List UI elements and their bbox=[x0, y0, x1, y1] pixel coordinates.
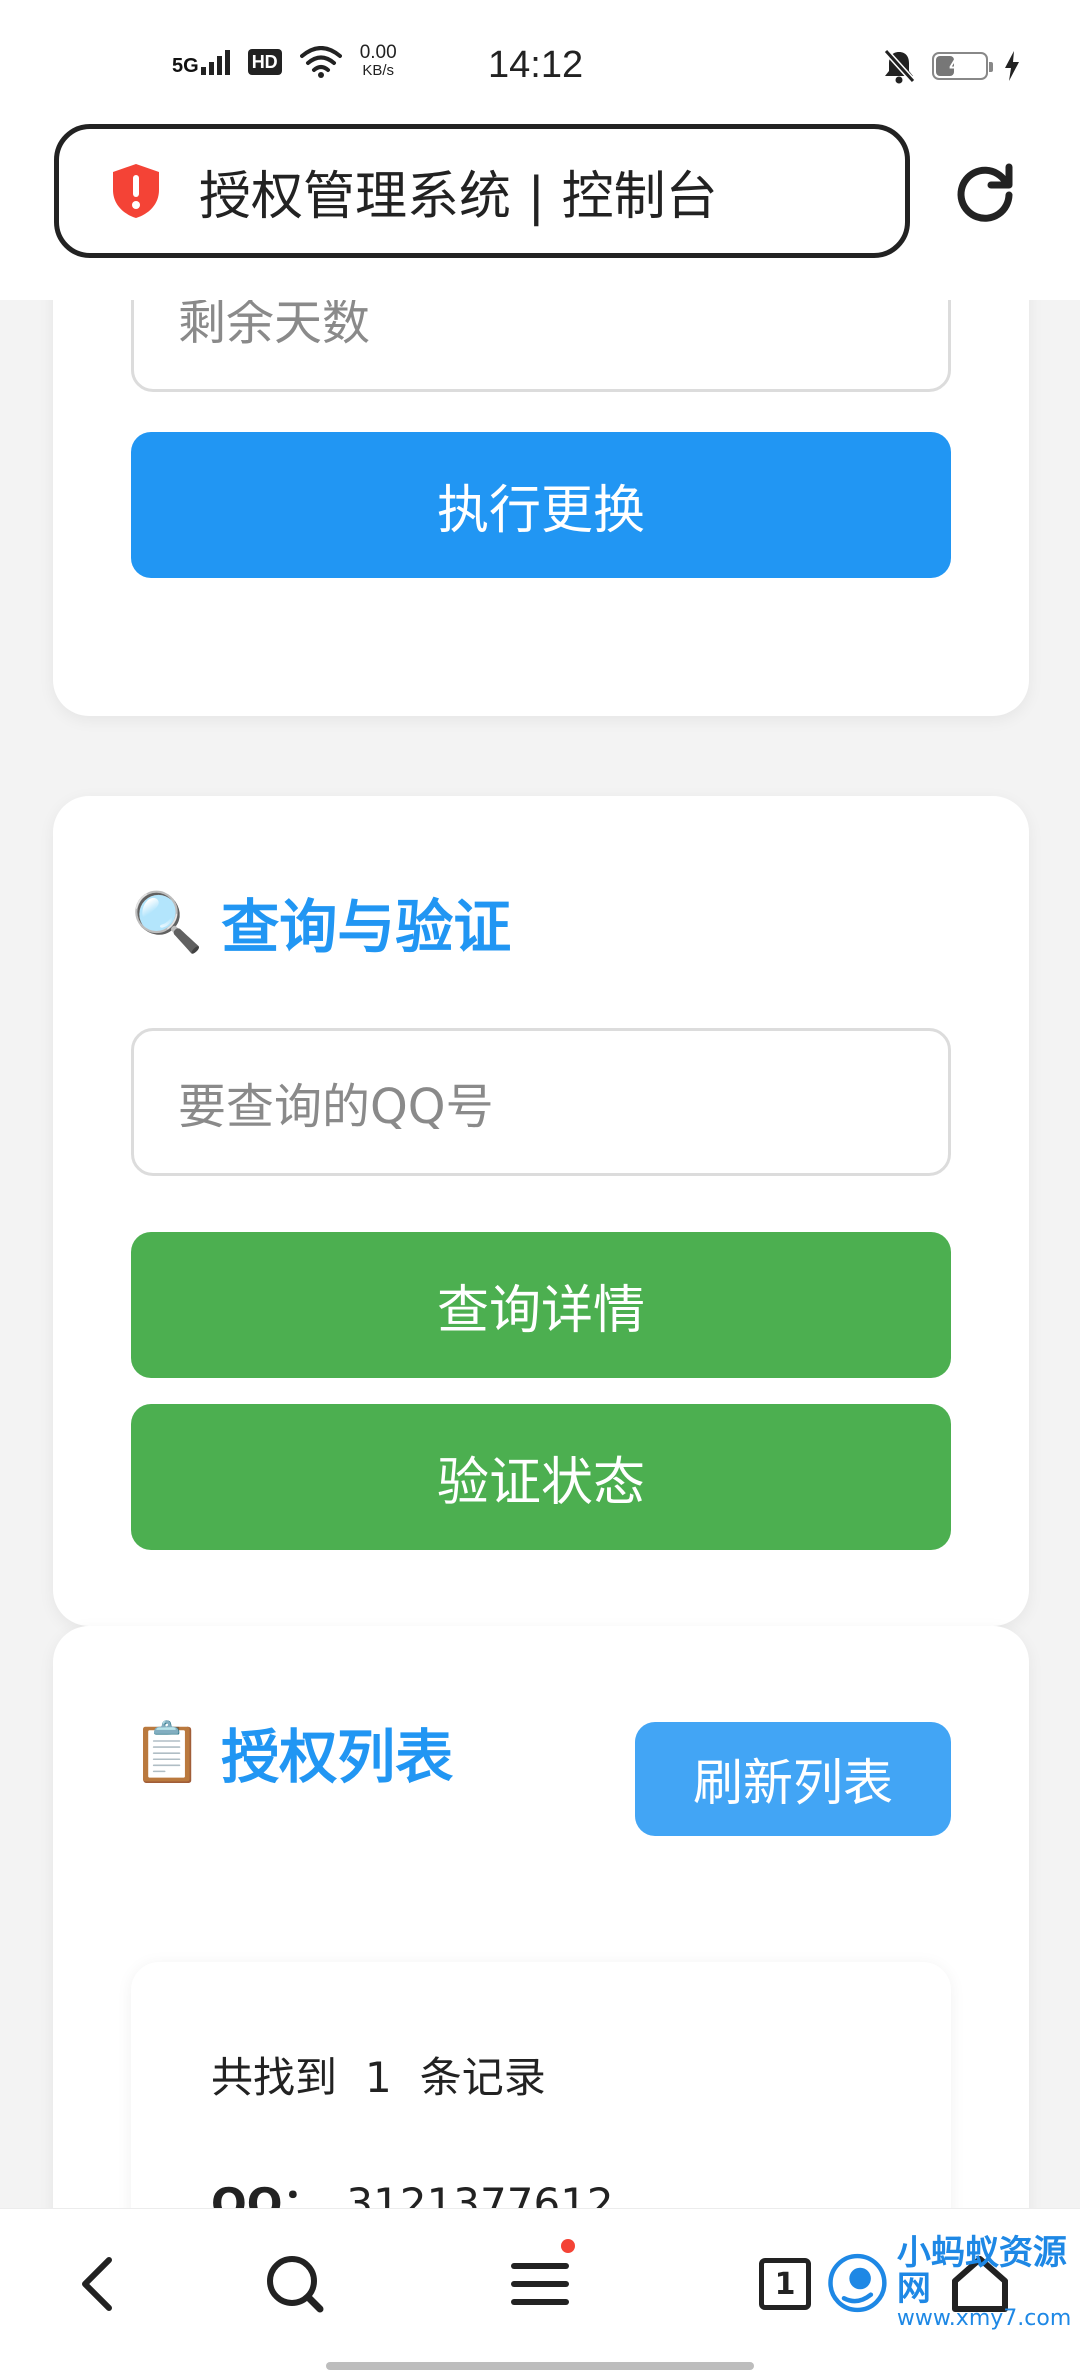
reload-icon bbox=[957, 163, 1013, 222]
search-icon bbox=[267, 2256, 324, 2313]
back-button[interactable] bbox=[52, 2239, 142, 2329]
qq-value: 3121377612 bbox=[346, 2179, 614, 2208]
home-indicator[interactable] bbox=[326, 2362, 754, 2370]
query-card: 🔍 查询与验证 要查询的QQ号 查询详情 验证状态 bbox=[53, 796, 1029, 1626]
record-count-prefix: 共找到 bbox=[211, 2053, 338, 2102]
query-section-title: 查询与验证 bbox=[221, 893, 512, 961]
clock: 14:12 bbox=[488, 44, 584, 86]
menu-button[interactable] bbox=[495, 2239, 585, 2329]
query-details-button[interactable]: 查询详情 bbox=[131, 1232, 951, 1378]
list-section-header: 📋 授权列表 bbox=[131, 1710, 453, 1794]
tabs-button[interactable]: 1 bbox=[740, 2239, 830, 2329]
license-list-card: 📋 授权列表 刷新列表 共找到 1 条记录 QQ： 3121377612 bbox=[53, 1626, 1029, 2208]
watermark-url: www.xmy7.com bbox=[896, 2306, 1072, 2332]
watermark-text: 小蚂蚁资源网 www.xmy7.com bbox=[896, 2233, 1080, 2332]
menu-icon bbox=[511, 2263, 569, 2305]
shield-alert-icon[interactable] bbox=[107, 162, 165, 220]
replace-card: 剩余天数 执行更换 bbox=[53, 300, 1029, 716]
network-speed-unit: KB/s bbox=[362, 62, 395, 79]
back-icon bbox=[82, 2257, 112, 2311]
signal-bars bbox=[200, 49, 230, 75]
record-card: 共找到 1 条记录 QQ： 3121377612 bbox=[131, 1962, 951, 2208]
search-button[interactable] bbox=[250, 2239, 340, 2329]
page-content[interactable]: 剩余天数 执行更换 🔍 查询与验证 要查询的QQ号 查询详情 验证状态 📋 授权… bbox=[0, 300, 1080, 2208]
address-bar[interactable]: 授权管理系统 | 控制台 bbox=[54, 124, 910, 258]
query-section-header: 🔍 查询与验证 bbox=[131, 880, 511, 964]
refresh-list-button[interactable]: 刷新列表 bbox=[635, 1722, 951, 1836]
reload-button[interactable] bbox=[950, 156, 1022, 228]
menu-notification-dot bbox=[561, 2239, 575, 2253]
list-section-title: 授权列表 bbox=[221, 1723, 454, 1791]
record-count: 共找到 1 条记录 bbox=[211, 2044, 546, 2105]
record-qq: QQ： 3121377612 bbox=[211, 2170, 614, 2208]
remaining-days-placeholder: 剩余天数 bbox=[178, 300, 371, 351]
browser-toolbar: 授权管理系统 | 控制台 bbox=[0, 120, 1080, 300]
network-speed-value: 0.00 bbox=[359, 42, 397, 63]
bell-muted-icon bbox=[883, 48, 916, 84]
battery-tip bbox=[989, 62, 993, 72]
qq-search-placeholder: 要查询的QQ号 bbox=[178, 1079, 494, 1135]
hd-badge: HD bbox=[247, 49, 282, 75]
wifi-icon bbox=[299, 46, 342, 78]
watermark-name: 小蚂蚁资源网 bbox=[896, 2233, 1067, 2309]
status-right: 43 bbox=[882, 48, 1020, 84]
magnifier-icon: 🔍 bbox=[131, 887, 204, 956]
execute-replace-button[interactable]: 执行更换 bbox=[131, 432, 951, 578]
qq-search-input[interactable]: 要查询的QQ号 bbox=[131, 1028, 951, 1176]
status-bar: 5G HD 0.00 KB/s 14:12 43 bbox=[0, 0, 1080, 120]
network-speed: 0.00 KB/s bbox=[359, 42, 397, 80]
ant-logo-icon bbox=[828, 2254, 887, 2313]
watermark: 小蚂蚁资源网 www.xmy7.com bbox=[826, 2233, 1080, 2332]
battery-indicator: 43 bbox=[932, 52, 993, 80]
battery-level: 43 bbox=[949, 55, 971, 76]
network-type: 5G bbox=[172, 55, 199, 77]
record-count-suffix: 条记录 bbox=[419, 2053, 546, 2102]
cellular-signal-icon: 5G bbox=[172, 49, 230, 77]
page-title: 授权管理系统 | 控制台 bbox=[199, 166, 718, 227]
verify-status-button[interactable]: 验证状态 bbox=[131, 1404, 951, 1550]
tabs-icon: 1 bbox=[759, 2258, 811, 2310]
status-left: 5G HD 0.00 KB/s bbox=[172, 42, 397, 80]
record-count-value: 1 bbox=[365, 2053, 392, 2102]
remaining-days-input[interactable]: 剩余天数 bbox=[131, 300, 951, 392]
phone-screen: 5G HD 0.00 KB/s 14:12 43 授权管理系统 | 控制台 剩余… bbox=[0, 0, 1080, 2376]
qq-label: QQ： bbox=[211, 2179, 325, 2208]
clipboard-icon: 📋 bbox=[131, 1717, 204, 1786]
charging-icon bbox=[1005, 51, 1019, 81]
